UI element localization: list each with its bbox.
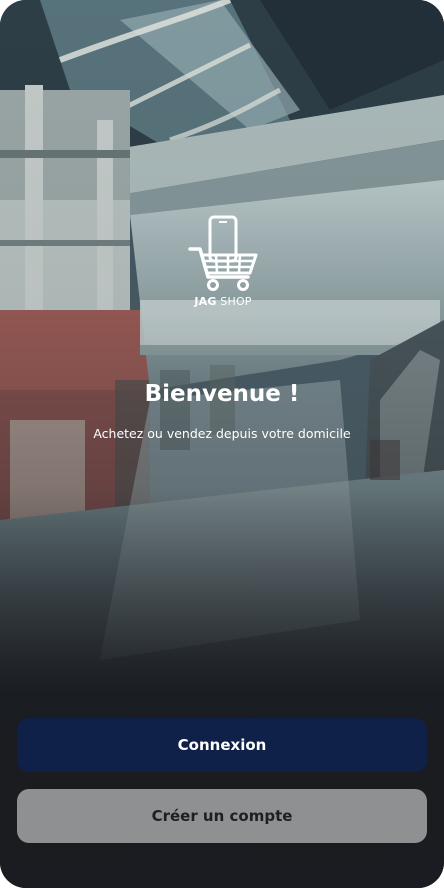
create-account-button[interactable]: Créer un compte [17,789,427,843]
shopping-cart-phone-icon [188,215,258,291]
welcome-subtitle: Achetez ou vendez depuis votre domicile [93,426,351,441]
login-button[interactable]: Connexion [17,718,427,772]
app-logo: JAG SHOP [186,215,260,315]
welcome-screen: JAG SHOP Bienvenue ! Achetez ou vendez d… [0,0,444,888]
brand-name-bold: JAG [194,295,217,308]
welcome-title: Bienvenue ! [144,381,300,407]
brand-name-rest: SHOP [216,295,252,308]
brand-name: JAG SHOP [186,295,260,308]
